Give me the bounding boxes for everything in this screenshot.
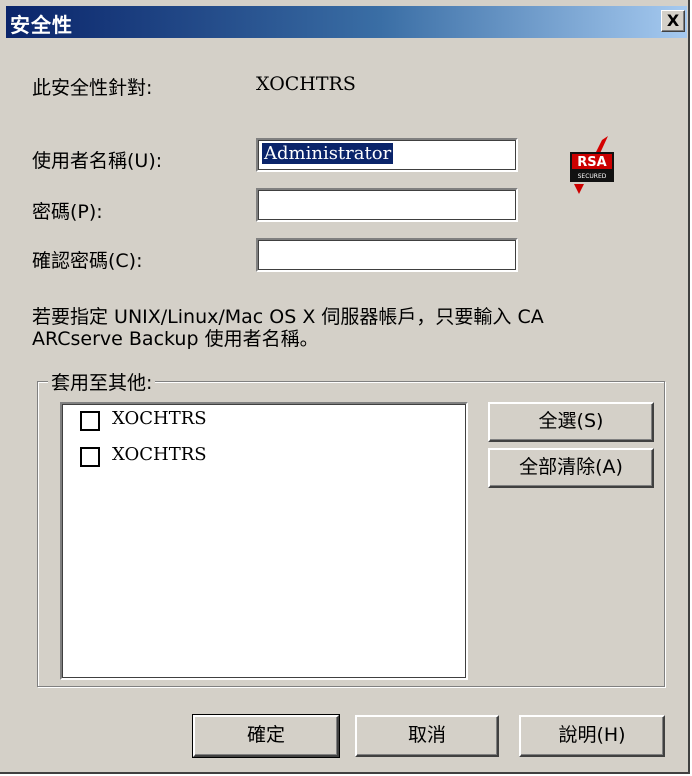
help-button[interactable]: 說明(H)	[519, 715, 665, 757]
info-text: 若要指定 UNIX/Linux/Mac OS X 伺服器帳戶，只要輸入 CA A…	[32, 306, 544, 350]
server-checkbox[interactable]	[80, 447, 100, 467]
server-name: XOCHTRS	[112, 408, 207, 429]
username-value: Administrator	[262, 143, 394, 164]
ok-button[interactable]: 確定	[192, 714, 340, 758]
rsa-brand-text: RSA	[577, 155, 606, 170]
servers-listbox[interactable]: XOCHTRS XOCHTRS	[60, 402, 468, 680]
select-all-button[interactable]: 全選(S)	[488, 402, 654, 442]
security-dialog: 安全性 X 此安全性針對: XOCHTRS 使用者名稱(U): Administ…	[0, 0, 690, 774]
username-input[interactable]: Administrator	[256, 138, 518, 172]
info-line-2: ARCserve Backup 使用者名稱。	[32, 328, 319, 350]
clear-all-button[interactable]: 全部清除(A)	[488, 448, 654, 488]
info-line-1: 若要指定 UNIX/Linux/Mac OS X 伺服器帳戶，只要輸入 CA	[32, 306, 544, 328]
server-checkbox[interactable]	[80, 411, 100, 431]
username-label: 使用者名稱(U):	[32, 150, 163, 172]
title-bar: 安全性 X	[6, 6, 687, 38]
close-button[interactable]: X	[661, 10, 685, 32]
target-value: XOCHTRS	[256, 73, 356, 95]
rsa-sub-text: SECURED	[578, 173, 607, 180]
apply-to-others-label: 套用至其他:	[48, 368, 156, 395]
password-label: 密碼(P):	[32, 201, 103, 223]
target-label: 此安全性針對:	[32, 77, 153, 99]
cancel-button[interactable]: 取消	[355, 715, 499, 757]
confirm-password-input[interactable]	[256, 238, 518, 272]
window-title: 安全性	[10, 13, 73, 37]
password-input[interactable]	[256, 188, 518, 222]
rsa-secured-icon: RSA SECURED	[562, 134, 628, 206]
confirm-password-label: 確認密碼(C):	[32, 250, 143, 272]
server-name: XOCHTRS	[112, 444, 207, 465]
